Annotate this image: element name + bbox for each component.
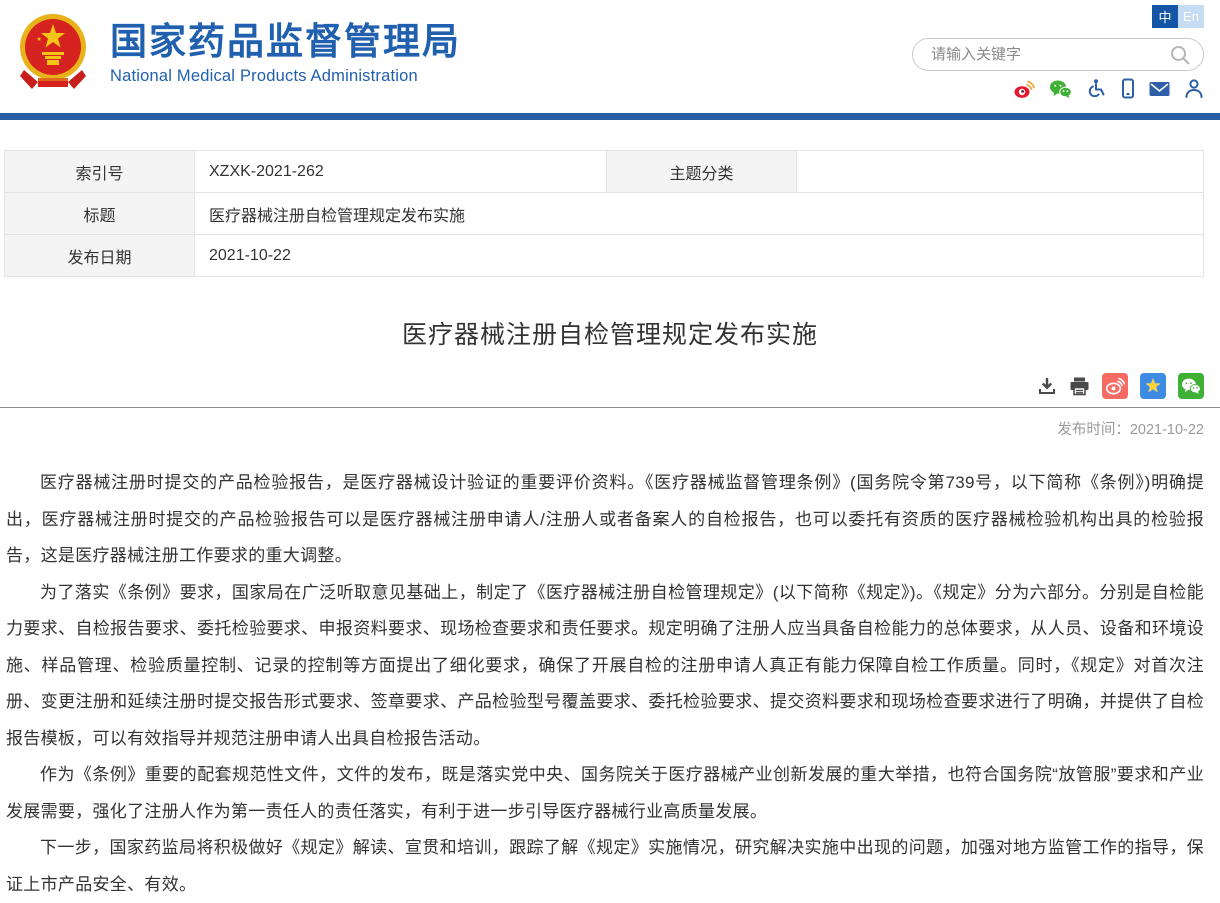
site-title-zh: 国家药品监督管理局 <box>110 21 461 63</box>
document-meta-table: 索引号 XZXK-2021-262 主题分类 标题 医疗器械注册自检管理规定发布… <box>4 150 1204 277</box>
national-emblem-logo <box>16 12 90 90</box>
wechat-icon[interactable] <box>1049 79 1072 99</box>
download-icon[interactable] <box>1037 376 1057 396</box>
search-icon[interactable] <box>1169 44 1191 66</box>
accessibility-icon[interactable] <box>1086 78 1107 99</box>
site-header: 国家药品监督管理局 National Medical Products Admi… <box>0 0 1220 113</box>
article-paragraph: 为了落实《条例》要求，国家局在广泛听取意见基础上，制定了《医疗器械注册自检管理规… <box>6 575 1204 758</box>
share-weibo-icon[interactable] <box>1102 373 1128 399</box>
article-paragraph: 作为《条例》重要的配套规范性文件，文件的发布，既是落实党中央、国务院关于医疗器械… <box>6 757 1204 830</box>
mobile-icon[interactable] <box>1121 78 1135 99</box>
publish-time: 发布时间：2021-10-22 <box>0 418 1204 439</box>
star-icon: ★ <box>1144 377 1161 396</box>
meta-value-topic <box>797 151 1204 193</box>
meta-value-date: 2021-10-22 <box>195 235 1204 277</box>
meta-label-topic: 主题分类 <box>607 151 797 193</box>
table-row: 索引号 XZXK-2021-262 主题分类 <box>5 151 1204 193</box>
meta-label-date: 发布日期 <box>5 235 195 277</box>
print-icon[interactable] <box>1069 376 1090 396</box>
publish-time-value: 2021-10-22 <box>1130 422 1204 438</box>
site-branding: 国家药品监督管理局 National Medical Products Admi… <box>16 12 461 90</box>
main-content: 索引号 XZXK-2021-262 主题分类 标题 医疗器械注册自检管理规定发布… <box>0 150 1220 903</box>
meta-label-index: 索引号 <box>5 151 195 193</box>
mail-icon[interactable] <box>1149 81 1170 97</box>
site-title-block: 国家药品监督管理局 National Medical Products Admi… <box>110 17 461 86</box>
publish-time-label: 发布时间： <box>1057 422 1130 438</box>
meta-value-index: XZXK-2021-262 <box>195 151 607 193</box>
table-row: 发布日期 2021-10-22 <box>5 235 1204 277</box>
weibo-icon[interactable] <box>1013 79 1035 99</box>
search-box <box>912 38 1204 71</box>
article-body: 医疗器械注册时提交的产品检验报告，是医疗器械设计验证的重要评价资料。《医疗器械监… <box>6 465 1204 903</box>
header-quick-icons <box>1013 78 1204 99</box>
share-wechat-icon[interactable] <box>1178 373 1204 399</box>
meta-value-title: 医疗器械注册自检管理规定发布实施 <box>195 193 1204 235</box>
article-paragraph: 医疗器械注册时提交的产品检验报告，是医疗器械设计验证的重要评价资料。《医疗器械监… <box>6 465 1204 575</box>
language-toggle: 中 En <box>1152 5 1204 28</box>
title-divider <box>0 407 1220 408</box>
header-divider-bar <box>0 113 1220 120</box>
meta-label-title: 标题 <box>5 193 195 235</box>
share-qzone-icon[interactable]: ★ <box>1140 373 1166 399</box>
site-title-en: National Medical Products Administration <box>110 67 461 86</box>
lang-en-button[interactable]: En <box>1178 5 1204 28</box>
table-row: 标题 医疗器械注册自检管理规定发布实施 <box>5 193 1204 235</box>
search-input[interactable] <box>929 45 1169 64</box>
page-title: 医疗器械注册自检管理规定发布实施 <box>0 315 1220 351</box>
article-action-bar: ★ <box>0 373 1204 399</box>
lang-zh-button[interactable]: 中 <box>1152 5 1178 28</box>
user-icon[interactable] <box>1184 78 1204 99</box>
